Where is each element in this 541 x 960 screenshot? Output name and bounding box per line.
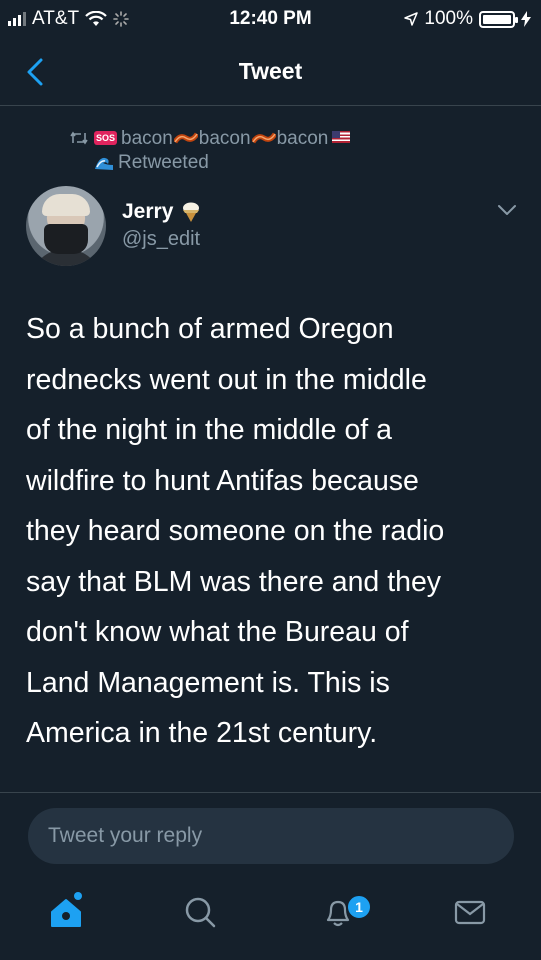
sos-icon: SOS — [94, 131, 118, 145]
tweet-line: of the night in the middle of a — [26, 414, 392, 446]
retweet-icon — [70, 131, 88, 145]
us-flag-icon — [332, 131, 351, 143]
tweet-text: So a bunch of armed Oregon rednecks went… — [26, 304, 516, 759]
tweet-line: rednecks went out in the middle — [26, 363, 427, 396]
retweeter-name: SOS bacon bacon bacon — [94, 128, 351, 150]
author-handle: @js_edit — [122, 228, 201, 250]
tweet-line: wildfire to hunt Antifas because — [26, 464, 419, 497]
status-right: 100% — [404, 8, 531, 30]
charging-bolt-icon — [521, 11, 531, 27]
retweeted-line: Retweeted — [94, 152, 350, 174]
author-block[interactable]: Jerry @js_edit — [122, 200, 201, 251]
chevron-down-icon[interactable] — [496, 202, 518, 218]
messages-icon[interactable] — [450, 892, 490, 932]
author-name: Jerry — [122, 200, 174, 223]
retweet-context[interactable]: SOS bacon bacon bacon Retweeted — [70, 128, 351, 174]
author-name-row: Jerry — [122, 200, 201, 224]
wave-icon — [95, 157, 113, 170]
retweeted-label: Retweeted — [118, 152, 209, 173]
home-icon[interactable] — [46, 892, 86, 932]
page-title: Tweet — [238, 58, 303, 84]
nav-bar: Tweet — [0, 40, 541, 106]
reply-input[interactable]: Tweet your reply — [28, 808, 514, 864]
tweet-line: they heard someone on the radio — [26, 515, 445, 547]
bacon-icon — [251, 132, 276, 144]
bacon-icon — [173, 132, 198, 144]
battery-percent: 100% — [424, 8, 473, 29]
battery-icon — [479, 10, 518, 28]
tweet-line: say that BLM was there and they — [26, 565, 442, 598]
status-bar: AT&T 12:40 PM 100% — [0, 0, 541, 40]
reply-placeholder: Tweet your reply — [48, 824, 203, 847]
tweet-line: So a bunch of armed Oregon — [26, 313, 394, 345]
tweet-line: Land Management is. This is — [26, 666, 390, 699]
location-arrow-icon — [404, 12, 419, 26]
tweet-line: don't know what the Bureau of — [26, 616, 409, 648]
notification-badge: 1 — [346, 894, 372, 920]
divider — [0, 792, 541, 793]
avatar[interactable] — [26, 186, 106, 266]
ice-cream-icon — [183, 202, 200, 222]
tweet-line: America in the 21st century. — [26, 717, 378, 749]
search-icon[interactable] — [180, 892, 220, 932]
